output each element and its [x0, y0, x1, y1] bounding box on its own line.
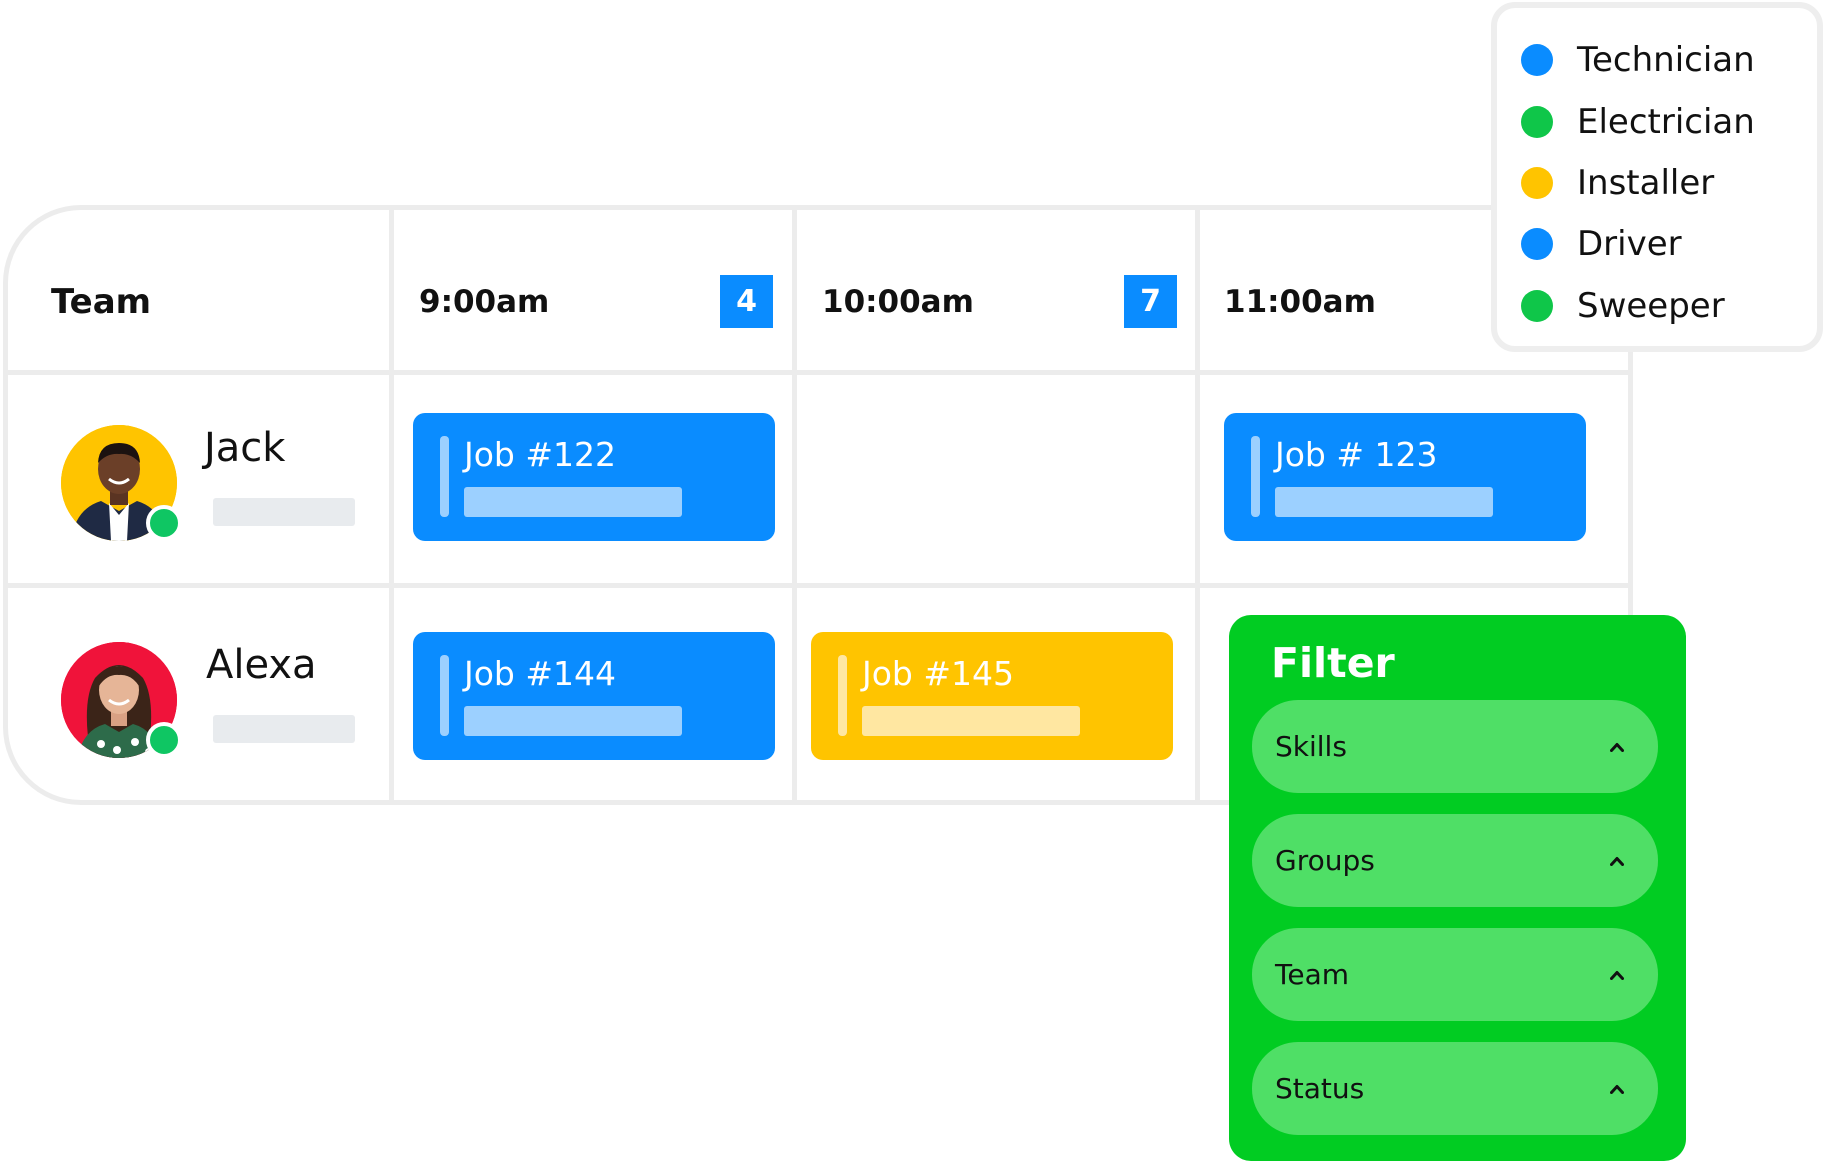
color-dot-icon	[1521, 106, 1553, 138]
member-subtitle-placeholder	[213, 498, 355, 526]
job-detail-placeholder	[862, 706, 1080, 736]
chevron-up-icon	[1610, 856, 1624, 866]
legend-label: Electrician	[1577, 102, 1755, 142]
team-column-header: Team	[51, 282, 152, 322]
job-accent-bar	[440, 436, 449, 517]
row-divider	[8, 583, 1633, 588]
member-name: Jack	[204, 425, 286, 471]
filter-groups-dropdown[interactable]: Groups	[1252, 814, 1658, 907]
legend-item: Installer	[1521, 163, 1714, 203]
chevron-up-icon	[1610, 742, 1624, 752]
legend-item: Sweeper	[1521, 286, 1725, 326]
color-dot-icon	[1521, 44, 1553, 76]
chevron-up-icon	[1610, 970, 1624, 980]
legend-item: Electrician	[1521, 102, 1755, 142]
column-divider	[389, 210, 394, 800]
job-count-badge[interactable]: 4	[720, 275, 773, 328]
job-detail-placeholder	[464, 706, 682, 736]
filter-panel: Filter Skills Groups Team Status	[1229, 615, 1686, 1161]
legend-item: Driver	[1521, 224, 1682, 264]
legend-item: Technician	[1521, 40, 1755, 80]
online-status-indicator	[146, 722, 182, 758]
online-status-indicator	[146, 505, 182, 541]
role-legend: Technician Electrician Installer Driver …	[1491, 2, 1823, 352]
filter-skills-dropdown[interactable]: Skills	[1252, 700, 1658, 793]
filter-option-label: Status	[1275, 1072, 1365, 1105]
color-dot-icon	[1521, 167, 1553, 199]
job-count-badge[interactable]: 7	[1124, 275, 1177, 328]
row-divider	[8, 370, 1633, 375]
job-accent-bar	[1251, 436, 1260, 517]
time-slot-header-1: 10:00am	[822, 284, 974, 320]
legend-label: Installer	[1577, 163, 1715, 203]
job-card[interactable]: Job #122	[413, 413, 775, 541]
filter-team-dropdown[interactable]: Team	[1252, 928, 1658, 1021]
job-detail-placeholder	[1275, 487, 1493, 517]
job-card[interactable]: Job #145	[811, 632, 1173, 760]
legend-label: Driver	[1577, 224, 1682, 264]
job-detail-placeholder	[464, 487, 682, 517]
job-label: Job #122	[464, 435, 616, 474]
member-name: Alexa	[206, 642, 317, 688]
legend-label: Sweeper	[1577, 286, 1725, 326]
color-dot-icon	[1521, 290, 1553, 322]
filter-option-label: Groups	[1275, 844, 1375, 877]
job-accent-bar	[838, 655, 847, 736]
job-accent-bar	[440, 655, 449, 736]
color-dot-icon	[1521, 228, 1553, 260]
time-slot-header-2: 11:00am	[1224, 284, 1376, 320]
member-subtitle-placeholder	[213, 715, 355, 743]
filter-title: Filter	[1271, 639, 1395, 687]
time-slot-header-0: 9:00am	[419, 284, 550, 320]
filter-status-dropdown[interactable]: Status	[1252, 1042, 1658, 1135]
job-label: Job #144	[464, 654, 616, 693]
filter-option-label: Team	[1275, 958, 1350, 991]
filter-option-label: Skills	[1275, 730, 1347, 763]
chevron-up-icon	[1610, 1084, 1624, 1094]
job-label: Job #145	[862, 654, 1014, 693]
job-card[interactable]: Job # 123	[1224, 413, 1586, 541]
job-label: Job # 123	[1275, 435, 1438, 474]
job-card[interactable]: Job #144	[413, 632, 775, 760]
column-divider	[1195, 210, 1200, 800]
legend-label: Technician	[1577, 40, 1755, 80]
column-divider	[792, 210, 797, 800]
